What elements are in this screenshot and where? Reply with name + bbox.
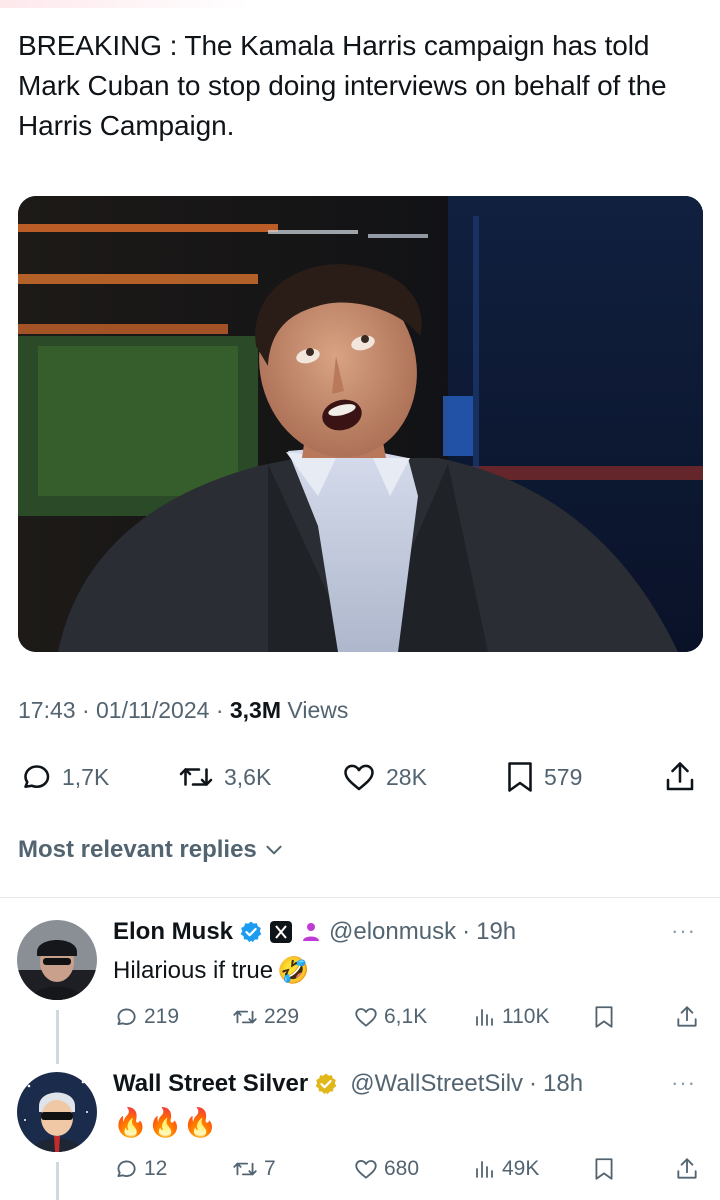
reply-header: Wall Street Silver @WallStreetSilv · 18h <box>113 1070 583 1098</box>
share-icon <box>666 762 694 791</box>
like-count: 28K <box>386 763 427 790</box>
reply-icon <box>117 1008 136 1025</box>
bookmark-icon <box>595 1158 613 1180</box>
post-image[interactable] <box>18 196 703 652</box>
heart-icon <box>355 1160 377 1179</box>
separator-dot: · <box>529 1070 538 1097</box>
reply-time: 19h <box>476 918 517 945</box>
like-button[interactable]: 6,1K <box>353 1000 427 1034</box>
thread-line <box>56 1010 59 1064</box>
like-button[interactable]: 28K <box>340 755 427 799</box>
share-button[interactable] <box>675 1000 699 1034</box>
like-count: 680 <box>384 1157 420 1180</box>
reply-time: 18h <box>543 1070 584 1097</box>
share-icon <box>677 1006 697 1027</box>
repost-count: 229 <box>264 1005 300 1028</box>
replies-sort-label: Most relevant replies <box>18 836 257 863</box>
post-meta: 17:43 · 01/11/2024 · 3,3M Views <box>18 697 348 724</box>
reply-button[interactable]: 219 <box>113 1000 179 1034</box>
views-button[interactable]: 110K <box>473 1000 550 1034</box>
reply-text: 🔥🔥🔥 <box>113 1106 218 1139</box>
separator-dot: · <box>81 697 90 723</box>
heart-icon <box>355 1008 377 1027</box>
share-icon <box>677 1158 697 1179</box>
more-options-icon[interactable]: ··· <box>671 1070 696 1096</box>
separator-dot: · <box>215 697 224 723</box>
bookmark-icon <box>595 1006 613 1028</box>
like-button[interactable]: 680 <box>353 1152 419 1186</box>
bookmark-count: 579 <box>544 763 583 790</box>
heart-icon <box>344 764 374 791</box>
share-button[interactable] <box>675 1152 699 1186</box>
repost-count: 3,6K <box>224 763 272 790</box>
analytics-icon <box>476 1009 493 1026</box>
reply-text-content: Hilarious if true <box>113 956 274 984</box>
repost-button[interactable]: 7 <box>231 1152 276 1186</box>
verified-badge-icon <box>315 1073 337 1095</box>
reply-action-bar: 219 229 6,1K 110K <box>113 1000 703 1034</box>
repost-button[interactable]: 3,6K <box>176 755 271 799</box>
reply-count: 219 <box>144 1005 180 1028</box>
avatar-image <box>17 920 97 1000</box>
man-photo-illustration <box>18 196 703 652</box>
x-logo-icon <box>270 921 293 943</box>
reply-count: 12 <box>144 1157 168 1180</box>
avatar[interactable] <box>17 1072 97 1152</box>
bookmark-button[interactable] <box>593 1152 615 1186</box>
divider <box>0 897 720 898</box>
separator-dot: · <box>462 918 471 945</box>
bookmark-button[interactable] <box>593 1000 615 1034</box>
replies-sort-dropdown[interactable]: Most relevant replies <box>18 836 285 864</box>
post-text: BREAKING : The Kamala Harris campaign ha… <box>18 30 667 141</box>
bookmark-button[interactable]: 579 <box>504 755 582 799</box>
repost-icon <box>233 1162 257 1176</box>
post-time: 17:43 <box>18 697 76 723</box>
like-count: 6,1K <box>384 1005 428 1028</box>
reply-handle[interactable]: @elonmusk <box>329 918 456 946</box>
views-count[interactable]: 3,3M <box>230 697 281 723</box>
views-button[interactable]: 49K <box>473 1152 539 1186</box>
reply-icon <box>117 1160 136 1177</box>
repost-icon <box>179 768 213 786</box>
post-date: 01/11/2024 <box>96 697 210 723</box>
more-options-icon[interactable]: ··· <box>671 918 696 944</box>
reply-action-bar: 12 7 680 49K <box>113 1152 703 1186</box>
reply-button[interactable]: 12 <box>113 1152 167 1186</box>
bookmark-icon <box>508 762 532 792</box>
thread-line <box>56 1162 59 1200</box>
reply-header: Elon Musk @elonmusk · 19h <box>113 918 516 946</box>
reply-author-name[interactable]: Wall Street Silver <box>113 1070 308 1098</box>
repost-button[interactable]: 229 <box>231 1000 299 1034</box>
reply-handle[interactable]: @WallStreetSilv <box>350 1070 523 1098</box>
fire-emoji-icon: 🔥🔥🔥 <box>113 1107 218 1138</box>
post-action-bar: 1,7K 3,6K 28K 579 <box>18 755 703 799</box>
avatar[interactable] <box>17 920 97 1000</box>
verified-badge-icon <box>240 921 262 943</box>
rofl-emoji-icon: 🤣 <box>277 955 310 985</box>
views-label: Views <box>287 697 349 723</box>
reply-author-name[interactable]: Elon Musk <box>113 918 233 946</box>
reply-button[interactable]: 1,7K <box>18 755 109 799</box>
top-fade <box>0 0 250 8</box>
avatar-image <box>17 1072 97 1152</box>
reply-text: Hilarious if true 🤣 <box>113 955 309 986</box>
repost-count: 7 <box>264 1157 276 1180</box>
analytics-icon <box>476 1161 493 1178</box>
reply-icon <box>24 765 50 789</box>
affiliate-icon <box>303 923 320 941</box>
share-button[interactable] <box>663 755 697 799</box>
views-count: 110K <box>502 1005 550 1028</box>
reply-count: 1,7K <box>62 763 110 790</box>
repost-icon <box>233 1010 257 1024</box>
views-count: 49K <box>502 1157 540 1180</box>
chevron-down-icon <box>266 845 282 855</box>
